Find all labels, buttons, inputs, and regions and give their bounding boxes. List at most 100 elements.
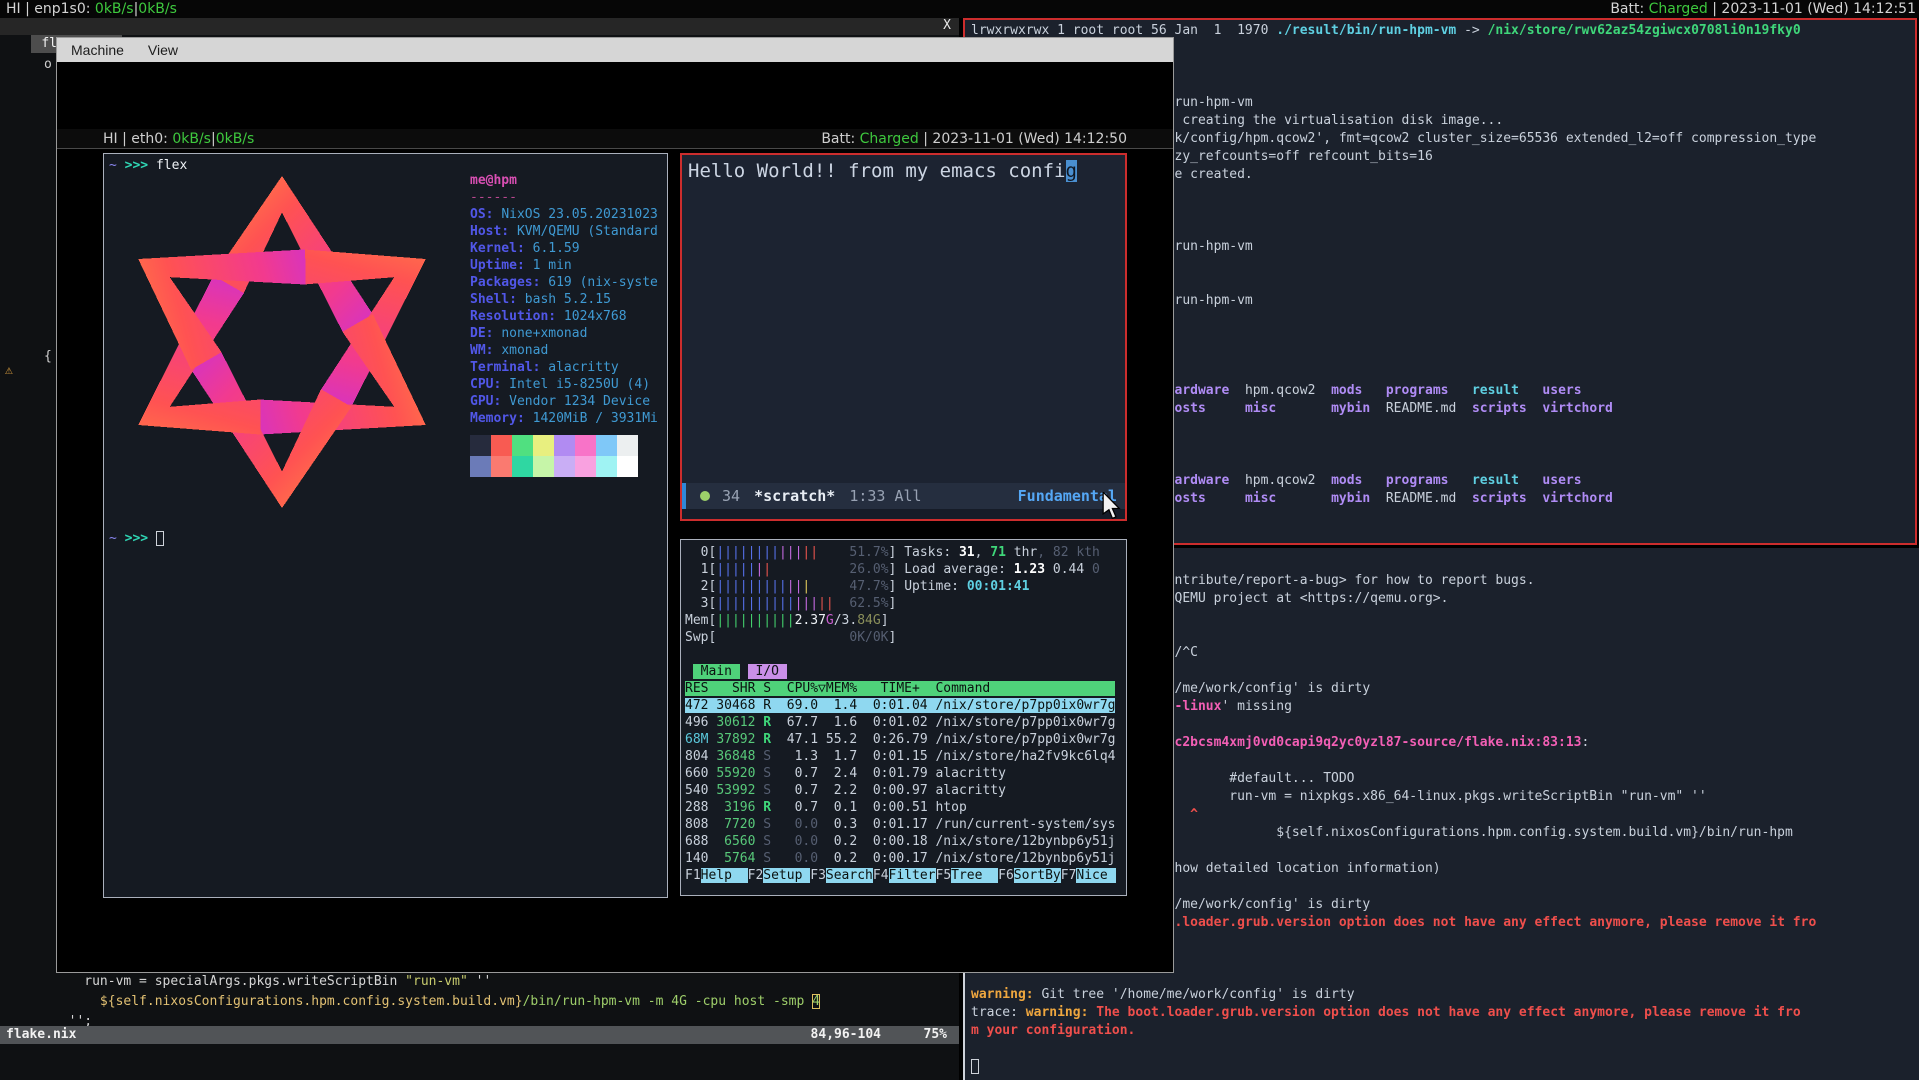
- palette-swatch: [512, 456, 533, 477]
- palette-swatch: [617, 435, 638, 456]
- statusline-filename: flake.nix: [0, 1026, 76, 1044]
- terminal-line: run-vm = specialArgs.pkgs.writeScriptBin…: [6, 972, 820, 992]
- terminal-line: ------: [470, 189, 658, 206]
- palette-swatch: [470, 456, 491, 477]
- terminal-line: Memory: 1420MiB / 3931Mi: [470, 410, 658, 427]
- terminal-line: Uptime: 1 min: [470, 257, 658, 274]
- terminal-line: Host: KVM/QEMU (Standard: [470, 223, 658, 240]
- terminal-color-pal ette-row1: [470, 435, 638, 456]
- palette-swatch: [470, 435, 491, 456]
- warning-sign-icon: ⚠: [5, 363, 13, 379]
- code-fragment: o: [44, 57, 52, 73]
- editor-statusline: flake.nix 84,96-104 75%: [0, 1026, 959, 1044]
- statusline-percent: 75%: [881, 1026, 959, 1044]
- palette-swatch: [512, 435, 533, 456]
- palette-swatch: [554, 435, 575, 456]
- terminal-line: 2[|||||||||||| 47.7%] Uptime: 00:01:41: [685, 578, 1126, 595]
- terminal-line: 540 53992 S 0.7 2.2 0:00.97 alacritty: [685, 782, 1126, 799]
- palette-swatch: [554, 456, 575, 477]
- terminal-line: [971, 1040, 1919, 1058]
- palette-swatch: [491, 435, 512, 456]
- terminal-line: me@hpm: [470, 172, 658, 189]
- terminal-line: Kernel: 6.1.59: [470, 240, 658, 257]
- code-fragment: {: [44, 349, 52, 365]
- battery-clock: Batt: Charged | 2023-11-01 (Wed) 14:12:5…: [1610, 0, 1916, 18]
- terminal-line: [685, 646, 1126, 663]
- terminal-line: [971, 1058, 1919, 1076]
- terminal-line: WM: xmonad: [470, 342, 658, 359]
- terminal-line: Main I/O: [685, 663, 1126, 680]
- editor-tab-bar: flake.nixb/main.nixb/hpm.nixu/m/default.…: [0, 17, 959, 35]
- modeline-position: 1:33 All: [849, 483, 921, 509]
- terminal-line: 68M 37892 R 47.1 55.2 0:26.79 /nix/store…: [685, 731, 1126, 748]
- emacs-modeline: 34 *scratch* 1:33 All Fundamental: [682, 483, 1125, 509]
- vm-terminal[interactable]: ~ >>> flex me@hpm------OS: NixOS 23.05.2…: [103, 153, 668, 898]
- shell-prompt: ~ >>> flex: [109, 157, 187, 175]
- emacs-cursor: g: [1066, 160, 1077, 182]
- terminal-line: GPU: Vendor 1234 Device: [470, 393, 658, 410]
- vm-emacs-window[interactable]: Hello World!! from my emacs config 34 *s…: [680, 153, 1127, 521]
- terminal-line: 140 5764 S 0.0 0.2 0:00.17 /nix/store/12…: [685, 850, 1126, 867]
- menu-item-view[interactable]: View: [148, 38, 178, 62]
- palette-swatch: [575, 456, 596, 477]
- terminal-line: Swp[ 0K/0K]: [685, 629, 1126, 646]
- palette-swatch: [533, 456, 554, 477]
- vm-htop-window[interactable]: 0[||||||||||||| 51.7%] Tasks: 31, 71 thr…: [680, 539, 1127, 896]
- terminal-line: 288 3196 R 0.7 0.1 0:00.51 htop: [685, 799, 1126, 816]
- battery-status: Charged: [1649, 1, 1708, 17]
- emacs-buffer-text[interactable]: Hello World!! from my emacs config: [688, 159, 1077, 183]
- nixos-logo: [106, 176, 458, 508]
- modeline-number: 34: [722, 483, 740, 509]
- menu-item-machine[interactable]: Machine: [71, 38, 124, 62]
- qemu-menu-bar: Machine View: [57, 38, 1173, 62]
- net-up-speed: 0kB/s: [95, 1, 134, 17]
- palette-swatch: [596, 435, 617, 456]
- net-down-speed: 0kB/s: [138, 1, 177, 17]
- terminal-line: 3[||||||||||||||| 62.5%]: [685, 595, 1126, 612]
- terminal-line: 472 30468 R 69.0 1.4 0:01.04 /nix/store/…: [685, 697, 1126, 714]
- vm-battery-clock: Batt: Charged | 2023-11-01 (Wed) 14:12:5…: [821, 129, 1127, 149]
- terminal-line: DE: none+xmonad: [470, 325, 658, 342]
- mouse-cursor: [1102, 492, 1121, 519]
- terminal-line: Resolution: 1024x768: [470, 308, 658, 325]
- palette-swatch: [491, 456, 512, 477]
- modeline-status-dot: [700, 491, 710, 501]
- shell-prompt-cursor[interactable]: ~ >>>: [109, 530, 164, 548]
- terminal-line: 688 6560 S 0.0 0.2 0:00.18 /nix/store/12…: [685, 833, 1126, 850]
- terminal-line: warning: Git tree '/home/me/work/config'…: [971, 986, 1919, 1004]
- terminal-line: RES SHR S CPU%▽MEM% TIME+ Command: [685, 680, 1126, 697]
- neofetch-info: me@hpm------OS: NixOS 23.05.20231023Host…: [470, 172, 658, 427]
- vm-screen[interactable]: HI | eth0: 0kB/s|0kB/s Batt: Charged | 2…: [57, 62, 1173, 972]
- tab-close-button[interactable]: X: [943, 17, 951, 35]
- terminal-line: 1[||||||| 26.0%] Load average: 1.23 0.44…: [685, 561, 1126, 578]
- vm-network-status: HI | eth0: 0kB/s|0kB/s: [103, 129, 254, 149]
- terminal-color-palette-row2: [470, 456, 638, 477]
- palette-swatch: [533, 435, 554, 456]
- terminal-line: OS: NixOS 23.05.20231023: [470, 206, 658, 223]
- qemu-window[interactable]: Machine View HI | eth0: 0kB/s|0kB/s Batt:…: [56, 37, 1174, 973]
- terminal-line: 496 30612 R 67.7 1.6 0:01.02 /nix/store/…: [685, 714, 1126, 731]
- outer-status-bar: HI | enp1s0: 0kB/s|0kB/s Batt: Charged |…: [0, 0, 1919, 18]
- palette-swatch: [596, 456, 617, 477]
- terminal-line: CPU: Intel i5-8250U (4): [470, 376, 658, 393]
- terminal-line: F1Help F2Setup F3SearchF4FilterF5Tree F6…: [685, 867, 1126, 884]
- palette-swatch: [575, 435, 596, 456]
- terminal-line: Terminal: alacritty: [470, 359, 658, 376]
- vm-status-bar: HI | eth0: 0kB/s|0kB/s Batt: Charged | 2…: [57, 129, 1173, 149]
- terminal-line: ~ >>> flex: [109, 157, 187, 175]
- terminal-line: 804 36848 S 1.3 1.7 0:01.15 /nix/store/h…: [685, 748, 1126, 765]
- statusline-ruler: 84,96-104: [811, 1026, 881, 1044]
- terminal-line: trace: warning: The boot.loader.grub.ver…: [971, 1004, 1919, 1022]
- datetime: 2023-11-01 (Wed) 14:12:51: [1721, 1, 1916, 17]
- terminal-line: ~ >>>: [109, 530, 164, 548]
- terminal-line: Shell: bash 5.2.15: [470, 291, 658, 308]
- editor-code[interactable]: run-vm = specialArgs.pkgs.writeScriptBin…: [6, 972, 820, 1032]
- terminal-line: Mem[||||||||||2.37G/3.84G]: [685, 612, 1126, 629]
- terminal-line: ${self.nixosConfigurations.hpm.config.sy…: [6, 992, 820, 1012]
- terminal-line: m your configuration.: [971, 1022, 1919, 1040]
- terminal-line: 0[||||||||||||| 51.7%] Tasks: 31, 71 thr…: [685, 544, 1126, 561]
- terminal-line: 660 55920 S 0.7 2.4 0:01.79 alacritty: [685, 765, 1126, 782]
- modeline-buffer-name: *scratch*: [754, 483, 835, 509]
- palette-swatch: [617, 456, 638, 477]
- network-status: HI | enp1s0: 0kB/s|0kB/s: [6, 0, 177, 18]
